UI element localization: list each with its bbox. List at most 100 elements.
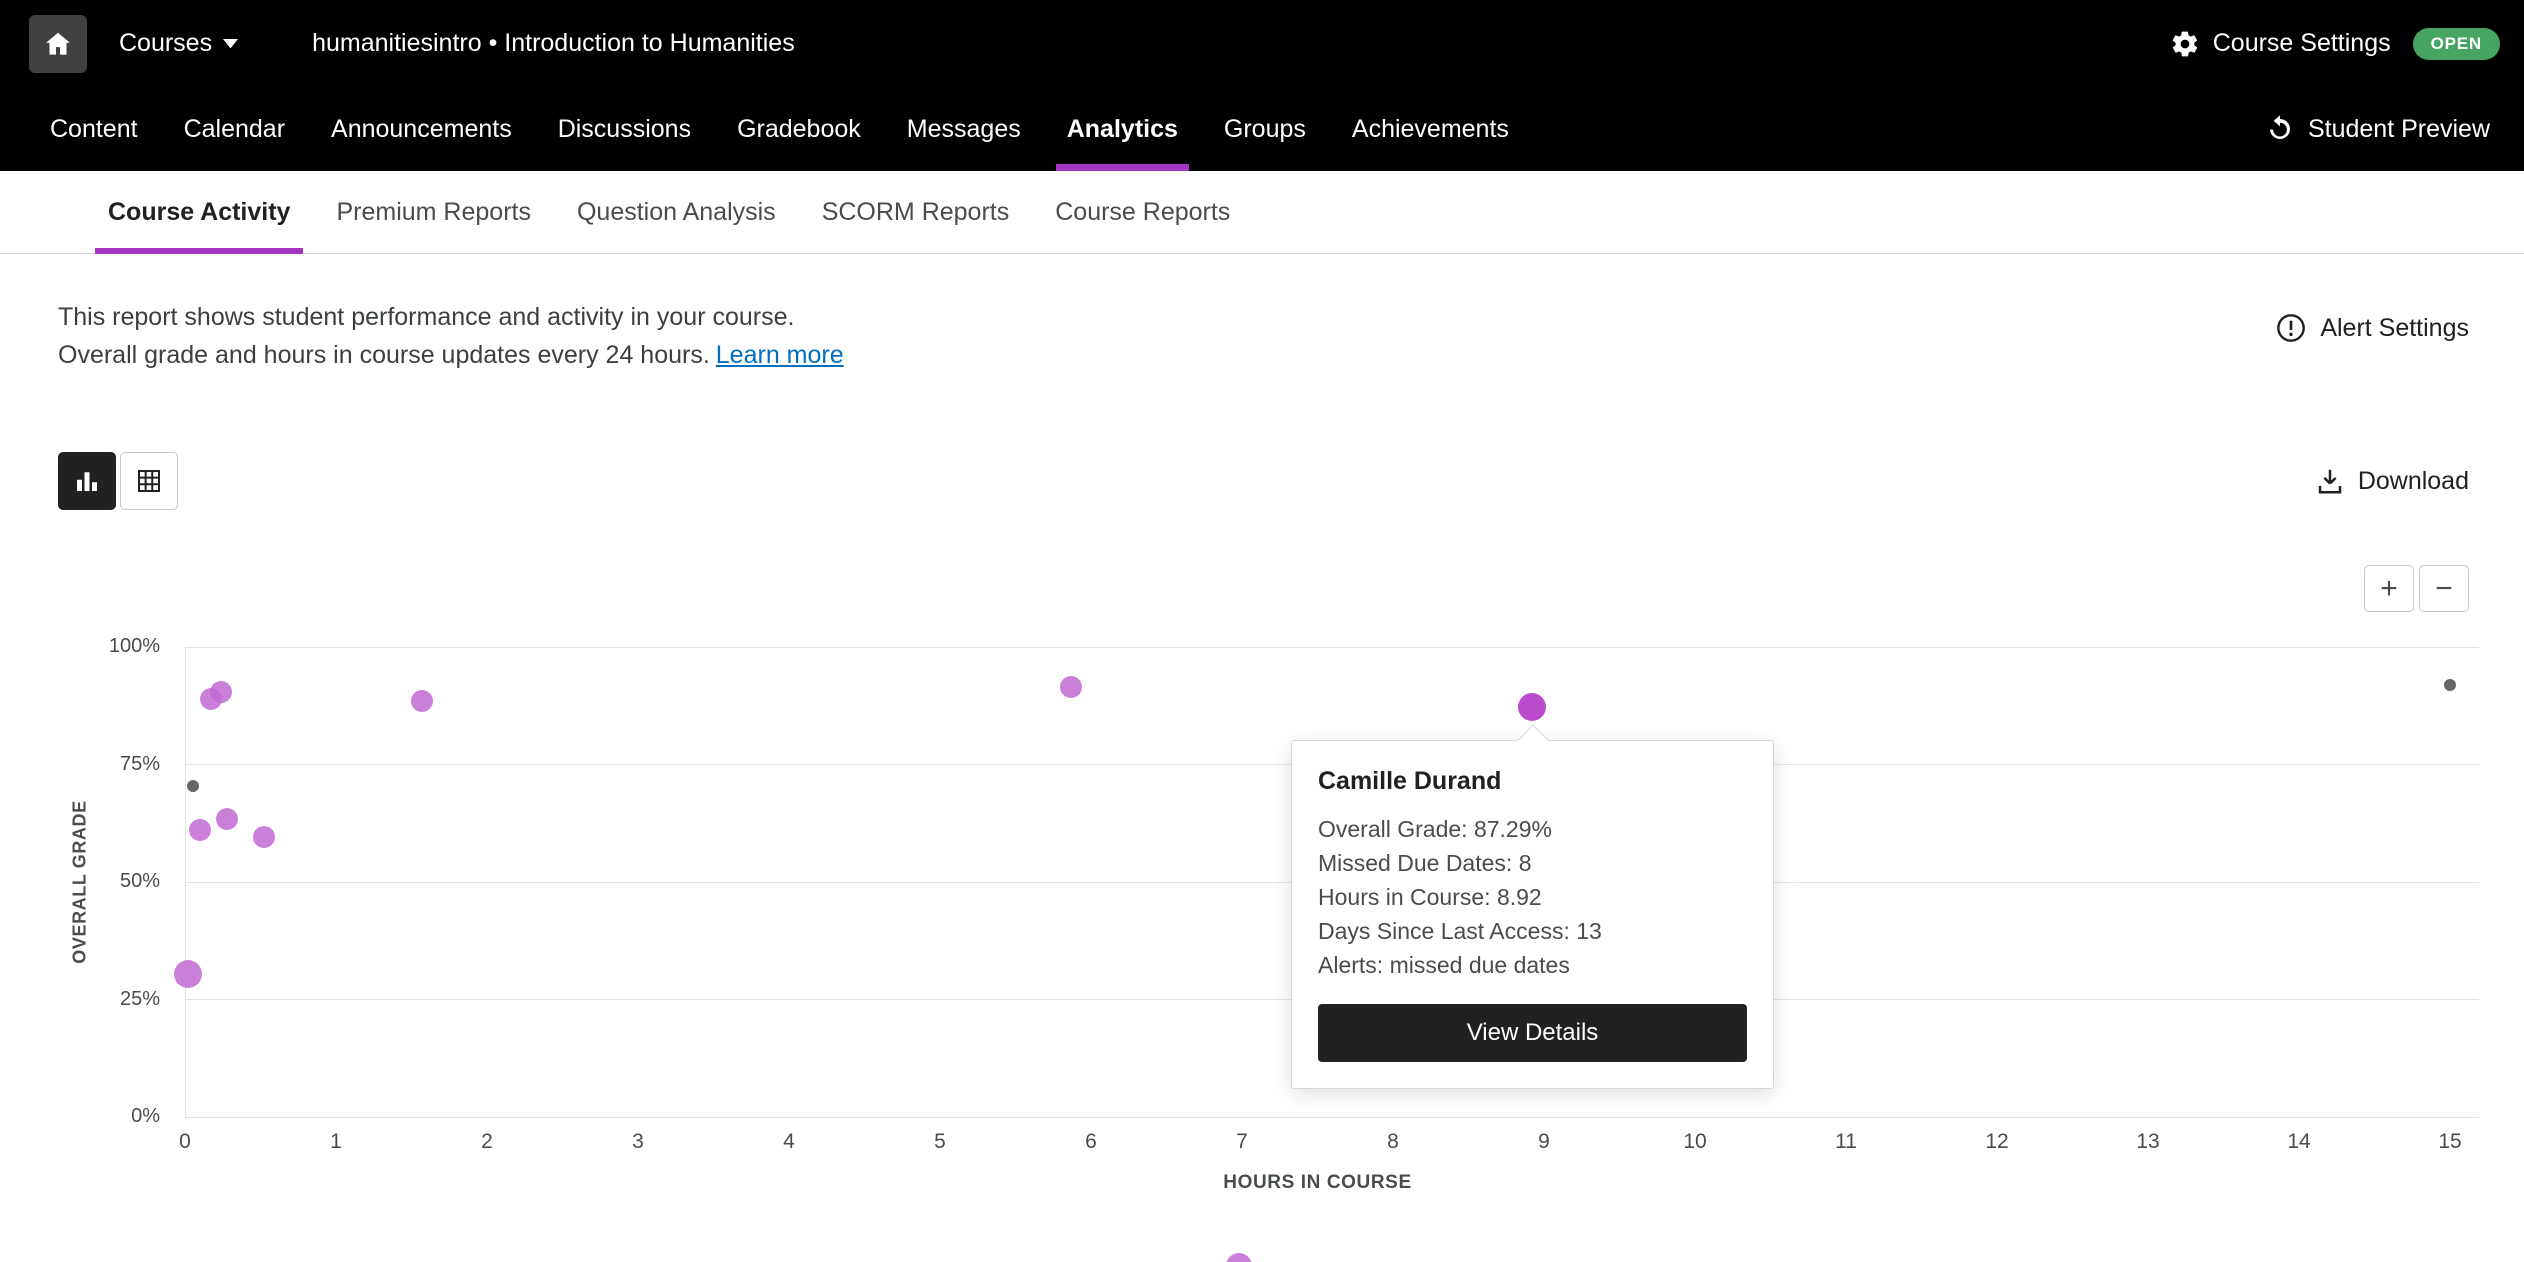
download-icon [2315, 466, 2345, 496]
zoom-out-button[interactable]: − [2419, 565, 2469, 612]
subnav-tab-course-reports[interactable]: Course Reports [1032, 171, 1253, 253]
y-axis-title: OVERALL GRADE [70, 800, 91, 963]
report-description: This report shows student performance an… [0, 254, 2524, 374]
gridline-100 [185, 647, 2479, 648]
tooltip-details: Overall Grade: 87.29%Missed Due Dates: 8… [1318, 812, 1747, 982]
alert-settings-label: Alert Settings [2320, 314, 2469, 343]
x-tick-label: 8 [1353, 1130, 1433, 1154]
chart-view-toggle[interactable] [58, 452, 116, 510]
data-point[interactable] [216, 808, 238, 830]
subnav-tab-course-activity[interactable]: Course Activity [85, 171, 313, 253]
download-label: Download [2358, 467, 2469, 496]
y-tick-label: 75% [55, 753, 160, 776]
data-point[interactable] [189, 819, 211, 841]
top-navbar: Courses humanitiesintro • Introduction t… [0, 0, 2524, 87]
y-tick-label: 100% [55, 635, 160, 658]
tooltip-line: Days Since Last Access: 13 [1318, 914, 1747, 948]
alert-icon [2275, 312, 2307, 344]
x-tick-label: 14 [2259, 1130, 2339, 1154]
x-tick-label: 10 [1655, 1130, 1735, 1154]
view-toggle-group [58, 452, 178, 510]
data-point[interactable] [210, 681, 232, 703]
zoom-in-button[interactable]: + [2364, 565, 2414, 612]
tooltip-line: Overall Grade: 87.29% [1318, 812, 1747, 846]
mainnav-item-content[interactable]: Content [27, 87, 161, 171]
student-preview-button[interactable]: Student Preview [2265, 87, 2490, 171]
data-point-selected[interactable] [1518, 693, 1546, 721]
alert-settings-button[interactable]: Alert Settings [2275, 312, 2469, 344]
analytics-subnav: Course ActivityPremium ReportsQuestion A… [0, 171, 2524, 254]
x-tick-label: 7 [1202, 1130, 1282, 1154]
student-preview-icon [2265, 114, 2295, 144]
subnav-tab-scorm-reports[interactable]: SCORM Reports [799, 171, 1033, 253]
tooltip-line: Alerts: missed due dates [1318, 948, 1747, 982]
tooltip-caret [1517, 724, 1548, 755]
x-axis-title: HOURS IN COURSE [185, 1172, 2450, 1194]
x-tick-label: 2 [447, 1130, 527, 1154]
mainnav-item-discussions[interactable]: Discussions [535, 87, 714, 171]
mainnav-item-achievements[interactable]: Achievements [1329, 87, 1532, 171]
x-tick-label: 1 [296, 1130, 376, 1154]
data-point[interactable] [2444, 679, 2456, 691]
gridline-0 [185, 1117, 2479, 1118]
tooltip-line: Missed Due Dates: 8 [1318, 846, 1747, 880]
subnav-tab-premium-reports[interactable]: Premium Reports [313, 171, 554, 253]
x-tick-label: 9 [1504, 1130, 1584, 1154]
mainnav-item-gradebook[interactable]: Gradebook [714, 87, 884, 171]
x-tick-label: 6 [1051, 1130, 1131, 1154]
gear-icon [2170, 29, 2200, 59]
data-point[interactable] [174, 960, 202, 988]
mainnav-item-messages[interactable]: Messages [884, 87, 1044, 171]
y-tick-label: 50% [55, 870, 160, 893]
report-description-text: This report shows student performance an… [58, 298, 844, 374]
download-button[interactable]: Download [2315, 466, 2469, 496]
courses-dropdown[interactable]: Courses [109, 29, 248, 58]
home-icon [43, 29, 73, 59]
open-badge: OPEN [2413, 28, 2500, 60]
table-view-toggle[interactable] [120, 452, 178, 510]
report-description-line1: This report shows student performance an… [58, 298, 844, 336]
course-settings-button[interactable]: Course Settings [2170, 29, 2391, 59]
breadcrumb: humanitiesintro • Introduction to Humani… [312, 29, 795, 58]
update-frequency-text: Overall grade and hours in course update… [58, 341, 710, 369]
main-nav: ContentCalendarAnnouncementsDiscussionsG… [0, 87, 2524, 171]
y-axis-line [185, 647, 186, 1117]
mainnav-item-calendar[interactable]: Calendar [161, 87, 308, 171]
data-point[interactable] [1060, 676, 1082, 698]
y-tick-label: 0% [55, 1105, 160, 1128]
subnav-tab-question-analysis[interactable]: Question Analysis [554, 171, 799, 253]
table-icon [134, 466, 164, 496]
x-tick-label: 12 [1957, 1130, 2037, 1154]
x-tick-label: 15 [2410, 1130, 2490, 1154]
topbar-right: Course Settings OPEN [2170, 28, 2500, 60]
data-point[interactable] [253, 826, 275, 848]
home-button[interactable] [29, 15, 87, 73]
mainnav-item-announcements[interactable]: Announcements [308, 87, 535, 171]
data-point[interactable] [187, 780, 199, 792]
x-tick-label: 3 [598, 1130, 678, 1154]
x-tick-label: 13 [2108, 1130, 2188, 1154]
x-tick-label: 11 [1806, 1130, 1886, 1154]
x-tick-label: 5 [900, 1130, 980, 1154]
data-point-partial[interactable] [1226, 1253, 1252, 1262]
tooltip-line: Hours in Course: 8.92 [1318, 880, 1747, 914]
data-point[interactable] [411, 690, 433, 712]
tooltip-student-name: Camille Durand [1318, 767, 1747, 796]
mainnav-item-groups[interactable]: Groups [1201, 87, 1329, 171]
learn-more-link[interactable]: Learn more [716, 341, 844, 369]
chevron-down-icon [223, 39, 238, 49]
student-tooltip: Camille Durand Overall Grade: 87.29%Miss… [1291, 740, 1774, 1089]
x-tick-label: 4 [749, 1130, 829, 1154]
zoom-controls: + − [2364, 565, 2469, 612]
courses-label: Courses [119, 29, 212, 58]
bar-chart-icon [72, 466, 102, 496]
report-description-line2: Overall grade and hours in course update… [58, 336, 844, 374]
analytics-page: Courses humanitiesintro • Introduction t… [0, 0, 2524, 1262]
main-nav-items: ContentCalendarAnnouncementsDiscussionsG… [27, 87, 1532, 171]
chart-toolbar: Download [0, 452, 2524, 510]
y-tick-label: 25% [55, 988, 160, 1011]
mainnav-item-analytics[interactable]: Analytics [1044, 87, 1201, 171]
course-settings-label: Course Settings [2213, 29, 2391, 58]
view-details-button[interactable]: View Details [1318, 1004, 1747, 1062]
student-preview-label: Student Preview [2308, 115, 2490, 144]
